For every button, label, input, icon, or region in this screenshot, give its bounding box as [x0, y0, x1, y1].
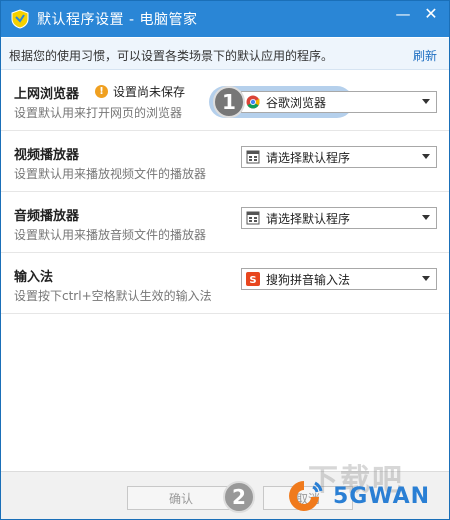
- refresh-link[interactable]: 刷新: [413, 47, 437, 64]
- chevron-down-icon: [422, 154, 430, 159]
- step-1-badge: 1: [213, 86, 245, 118]
- video-player-select[interactable]: 请选择默认程序: [241, 146, 437, 168]
- audio-select-value: 请选择默认程序: [266, 211, 351, 226]
- input-method-setting-row: 输入法 设置按下ctrl+空格默认生效的输入法 S 搜狗拼音输入法: [1, 254, 449, 314]
- warning-text: 设置尚未保存: [113, 85, 186, 99]
- window-title: 默认程序设置 - 电脑管家: [37, 12, 198, 28]
- close-button[interactable]: ✕: [417, 1, 445, 27]
- browser-row-title: 上网浏览器: [14, 87, 80, 102]
- chevron-down-icon: [422, 215, 430, 220]
- audio-player-setting-row: 音频播放器 设置默认用来播放音频文件的播放器 请选择默认程序: [1, 193, 449, 253]
- chevron-down-icon: [422, 276, 430, 281]
- audio-row-desc: 设置默认用来播放音频文件的播放器: [14, 228, 207, 242]
- warning-icon: !: [95, 85, 108, 98]
- audio-row-title: 音频播放器: [14, 209, 80, 224]
- video-row-title: 视频播放器: [14, 148, 80, 163]
- brand-watermark: 5GWAN: [283, 477, 430, 515]
- generic-app-icon: [246, 211, 260, 225]
- brand-logo-icon: [289, 481, 323, 511]
- generic-app-icon: [246, 150, 260, 164]
- shield-logo-icon: [11, 9, 29, 29]
- confirm-button[interactable]: 确认: [127, 486, 235, 510]
- chevron-down-icon: [422, 99, 430, 104]
- browser-select-value: 谷歌浏览器: [266, 95, 327, 110]
- dialog-window: 默认程序设置 - 电脑管家 — ✕ 根据您的使用习惯，可以设置各类场景下的默认应…: [0, 0, 450, 520]
- step-2-badge: 2: [223, 481, 255, 513]
- minimize-button[interactable]: —: [389, 1, 417, 27]
- brand-text: 5GWAN: [333, 483, 431, 509]
- input-method-select[interactable]: S 搜狗拼音输入法: [241, 268, 437, 290]
- sogou-icon: S: [246, 272, 260, 286]
- hint-bar: 根据您的使用习惯，可以设置各类场景下的默认应用的程序。 刷新: [1, 38, 449, 70]
- audio-player-select[interactable]: 请选择默认程序: [241, 207, 437, 229]
- video-player-setting-row: 视频播放器 设置默认用来播放视频文件的播放器 请选择默认程序: [1, 132, 449, 192]
- hint-text: 根据您的使用习惯，可以设置各类场景下的默认应用的程序。: [9, 49, 334, 63]
- browser-row-desc: 设置默认用来打开网页的浏览器: [14, 106, 183, 120]
- video-select-value: 请选择默认程序: [266, 150, 351, 165]
- title-bar[interactable]: 默认程序设置 - 电脑管家 — ✕: [1, 1, 449, 37]
- svg-text:S: S: [249, 275, 256, 286]
- input-method-row-title: 输入法: [14, 270, 54, 285]
- unsaved-warning: ! 设置尚未保存: [95, 83, 185, 100]
- input-method-select-value: 搜狗拼音输入法: [266, 272, 351, 287]
- chrome-icon: [246, 95, 260, 109]
- video-row-desc: 设置默认用来播放视频文件的播放器: [14, 167, 207, 181]
- input-method-row-desc: 设置按下ctrl+空格默认生效的输入法: [14, 289, 212, 303]
- browser-select[interactable]: 谷歌浏览器: [241, 91, 437, 113]
